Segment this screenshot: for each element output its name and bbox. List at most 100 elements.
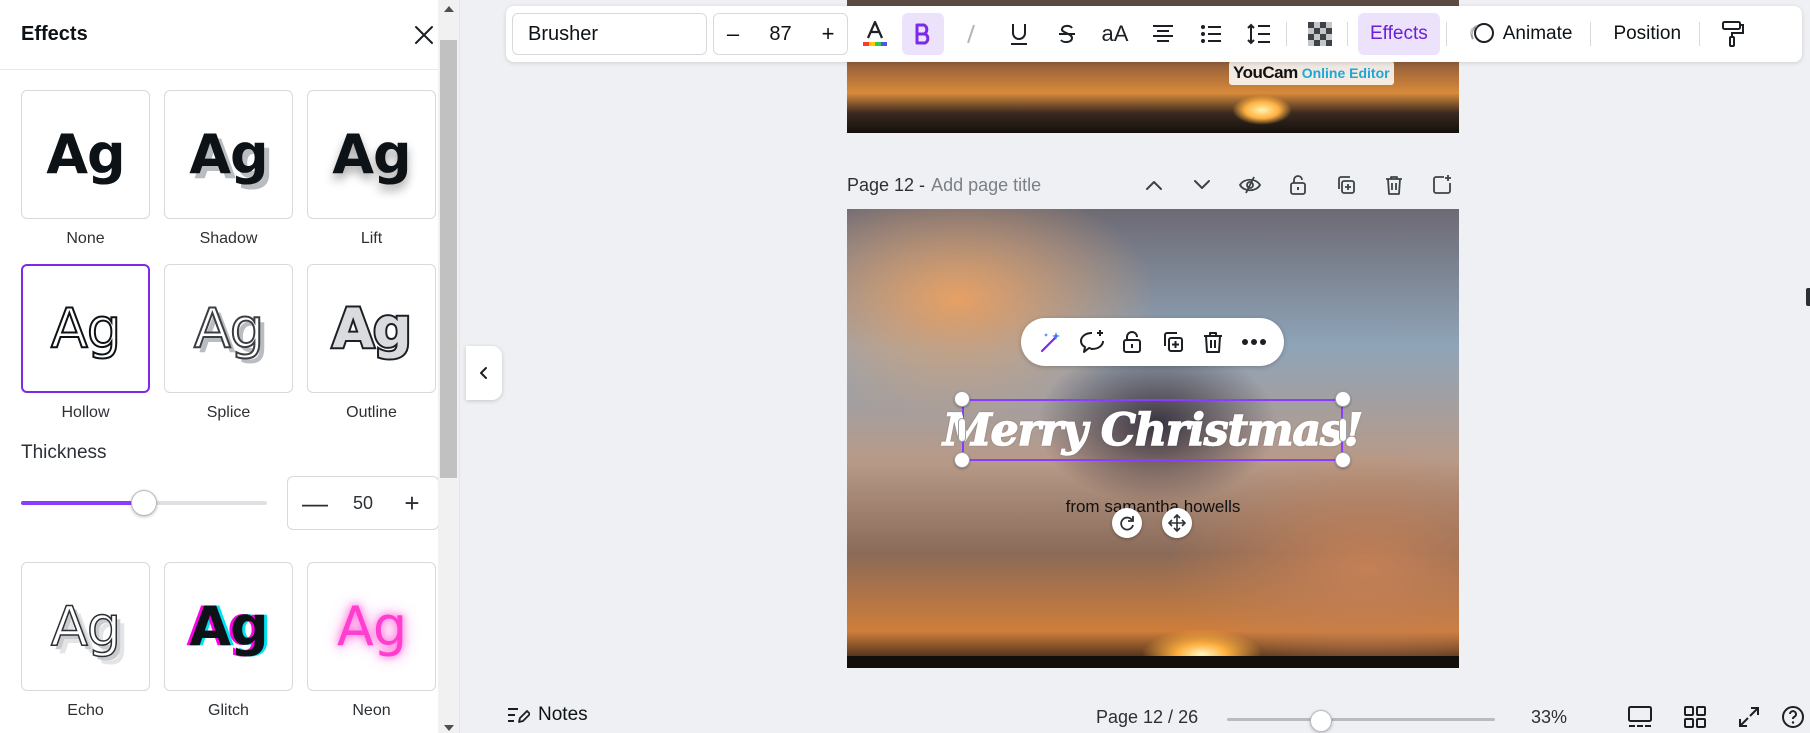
thickness-increase-button[interactable]: +	[400, 490, 424, 516]
unlock-icon	[1290, 175, 1306, 195]
page-view-button[interactable]	[1625, 704, 1655, 730]
effect-outline[interactable]: Ag Outline	[307, 264, 436, 422]
position-button[interactable]: Position	[1601, 13, 1693, 55]
panel-scrollbar[interactable]	[438, 0, 459, 733]
resize-handle-top-right[interactable]	[1335, 391, 1351, 407]
duplicate-page-button[interactable]	[1329, 170, 1363, 200]
underline-button[interactable]	[998, 13, 1040, 55]
notes-icon	[508, 708, 530, 723]
font-size-decrease-button[interactable]: –	[724, 21, 742, 47]
effect-none-label: None	[66, 230, 105, 247]
font-size-increase-button[interactable]: +	[819, 21, 837, 47]
effect-hollow[interactable]: Ag Hollow	[21, 264, 150, 422]
effect-lift[interactable]: Ag Lift	[307, 90, 436, 248]
effect-echo-label: Echo	[67, 702, 104, 719]
resize-handle-right[interactable]	[1339, 418, 1347, 442]
effects-button[interactable]: Effects	[1358, 13, 1440, 55]
scroll-down-arrow-icon[interactable]	[444, 725, 454, 731]
fullscreen-button[interactable]	[1734, 704, 1764, 730]
greeting-text[interactable]: Merry Christmas!	[942, 404, 1364, 457]
duplicate-element-button[interactable]	[1157, 326, 1189, 358]
underline-icon	[1011, 24, 1027, 45]
comment-button[interactable]	[1076, 326, 1108, 358]
alignment-button[interactable]	[1142, 13, 1184, 55]
right-edge-indicator	[1806, 288, 1810, 306]
move-page-up-button[interactable]	[1137, 170, 1171, 200]
effect-glitch[interactable]: Ag Glitch	[164, 562, 293, 720]
spacing-button[interactable]	[1238, 13, 1280, 55]
effect-hollow-label: Hollow	[61, 404, 110, 421]
panel-scrollbar-thumb[interactable]	[440, 40, 457, 478]
paint-roller-icon	[1722, 21, 1745, 47]
effect-neon[interactable]: Ag Neon	[307, 562, 436, 720]
effect-glitch-label: Glitch	[208, 702, 249, 719]
resize-handle-left[interactable]	[958, 418, 966, 442]
effects-panel-header: Effects	[0, 0, 459, 70]
letter-case-button[interactable]: aA	[1094, 13, 1136, 55]
sender-text[interactable]: from samantha howells	[847, 497, 1459, 517]
duplicate-icon	[1163, 332, 1183, 352]
effect-none[interactable]: Ag None	[21, 90, 150, 248]
text-color-button[interactable]	[854, 13, 896, 55]
zoom-level[interactable]: 33%	[1531, 707, 1567, 728]
resize-handle-bottom-right[interactable]	[1335, 452, 1351, 468]
horizon-silhouette	[847, 656, 1459, 668]
transparency-button[interactable]	[1299, 13, 1341, 55]
watermark-brand: YouCam	[1233, 63, 1298, 82]
scroll-up-arrow-icon[interactable]	[444, 6, 454, 12]
toolbar-divider	[1590, 22, 1592, 46]
effect-echo[interactable]: Ag Echo	[21, 562, 150, 720]
animate-icon	[1469, 23, 1494, 43]
move-page-down-button[interactable]	[1185, 170, 1219, 200]
effect-none-preview: Ag	[21, 90, 150, 219]
toolbar-divider	[1445, 22, 1447, 46]
list-button[interactable]	[1190, 13, 1232, 55]
thickness-stepper: — 50 +	[287, 476, 439, 530]
greeting-text-box[interactable]: Merry Christmas!	[942, 399, 1364, 461]
copy-style-button[interactable]	[1712, 13, 1754, 55]
lock-page-button[interactable]	[1281, 170, 1315, 200]
rotate-handle[interactable]	[1112, 508, 1142, 538]
bold-button[interactable]	[902, 13, 944, 55]
thickness-label: Thickness	[21, 442, 107, 463]
effect-shadow[interactable]: Ag Shadow	[164, 90, 293, 248]
animate-button[interactable]: Animate	[1457, 13, 1585, 55]
add-page-button[interactable]	[1425, 170, 1459, 200]
resize-handle-top-left[interactable]	[954, 391, 970, 407]
effect-splice-label: Splice	[206, 404, 251, 421]
font-size-input[interactable]: 87	[769, 23, 791, 46]
strikethrough-button[interactable]	[1046, 13, 1088, 55]
delete-page-button[interactable]	[1377, 170, 1411, 200]
close-panel-button[interactable]	[409, 20, 439, 50]
chevron-up-icon	[1146, 181, 1162, 190]
zoom-slider[interactable]	[1227, 710, 1495, 732]
effect-echo-preview: Ag	[21, 562, 150, 691]
move-handle[interactable]	[1162, 508, 1192, 538]
animate-label: Animate	[1502, 23, 1573, 44]
magic-edit-button[interactable]	[1035, 326, 1067, 358]
more-options-button[interactable]	[1238, 326, 1270, 358]
delete-element-button[interactable]	[1197, 326, 1229, 358]
resize-handle-bottom-left[interactable]	[954, 452, 970, 468]
effect-outline-preview: Ag	[307, 264, 436, 393]
zoom-slider-handle[interactable]	[1310, 710, 1332, 732]
lock-element-button[interactable]	[1116, 326, 1148, 358]
font-family-dropdown[interactable]: Brusher	[512, 13, 707, 55]
hide-page-button[interactable]	[1233, 170, 1267, 200]
trash-icon	[1386, 176, 1402, 195]
notes-button[interactable]: Notes	[506, 704, 588, 726]
align-center-icon	[1153, 25, 1173, 42]
italic-button[interactable]	[950, 13, 992, 55]
thickness-value[interactable]: 50	[353, 493, 373, 514]
page-title-input[interactable]: Add page title	[931, 175, 1041, 196]
page-indicator[interactable]: Page 12 / 26	[1096, 707, 1198, 728]
effect-splice[interactable]: Ag Splice	[164, 264, 293, 422]
thickness-decrease-button[interactable]: —	[302, 490, 328, 516]
thickness-slider-handle[interactable]	[131, 490, 157, 516]
help-button[interactable]	[1778, 704, 1808, 730]
toolbar-divider	[1286, 22, 1287, 46]
collapse-panel-button[interactable]	[466, 346, 502, 400]
grid-view-button[interactable]	[1680, 704, 1710, 730]
thickness-slider[interactable]	[21, 489, 267, 517]
effect-glitch-preview: Ag	[164, 562, 293, 691]
